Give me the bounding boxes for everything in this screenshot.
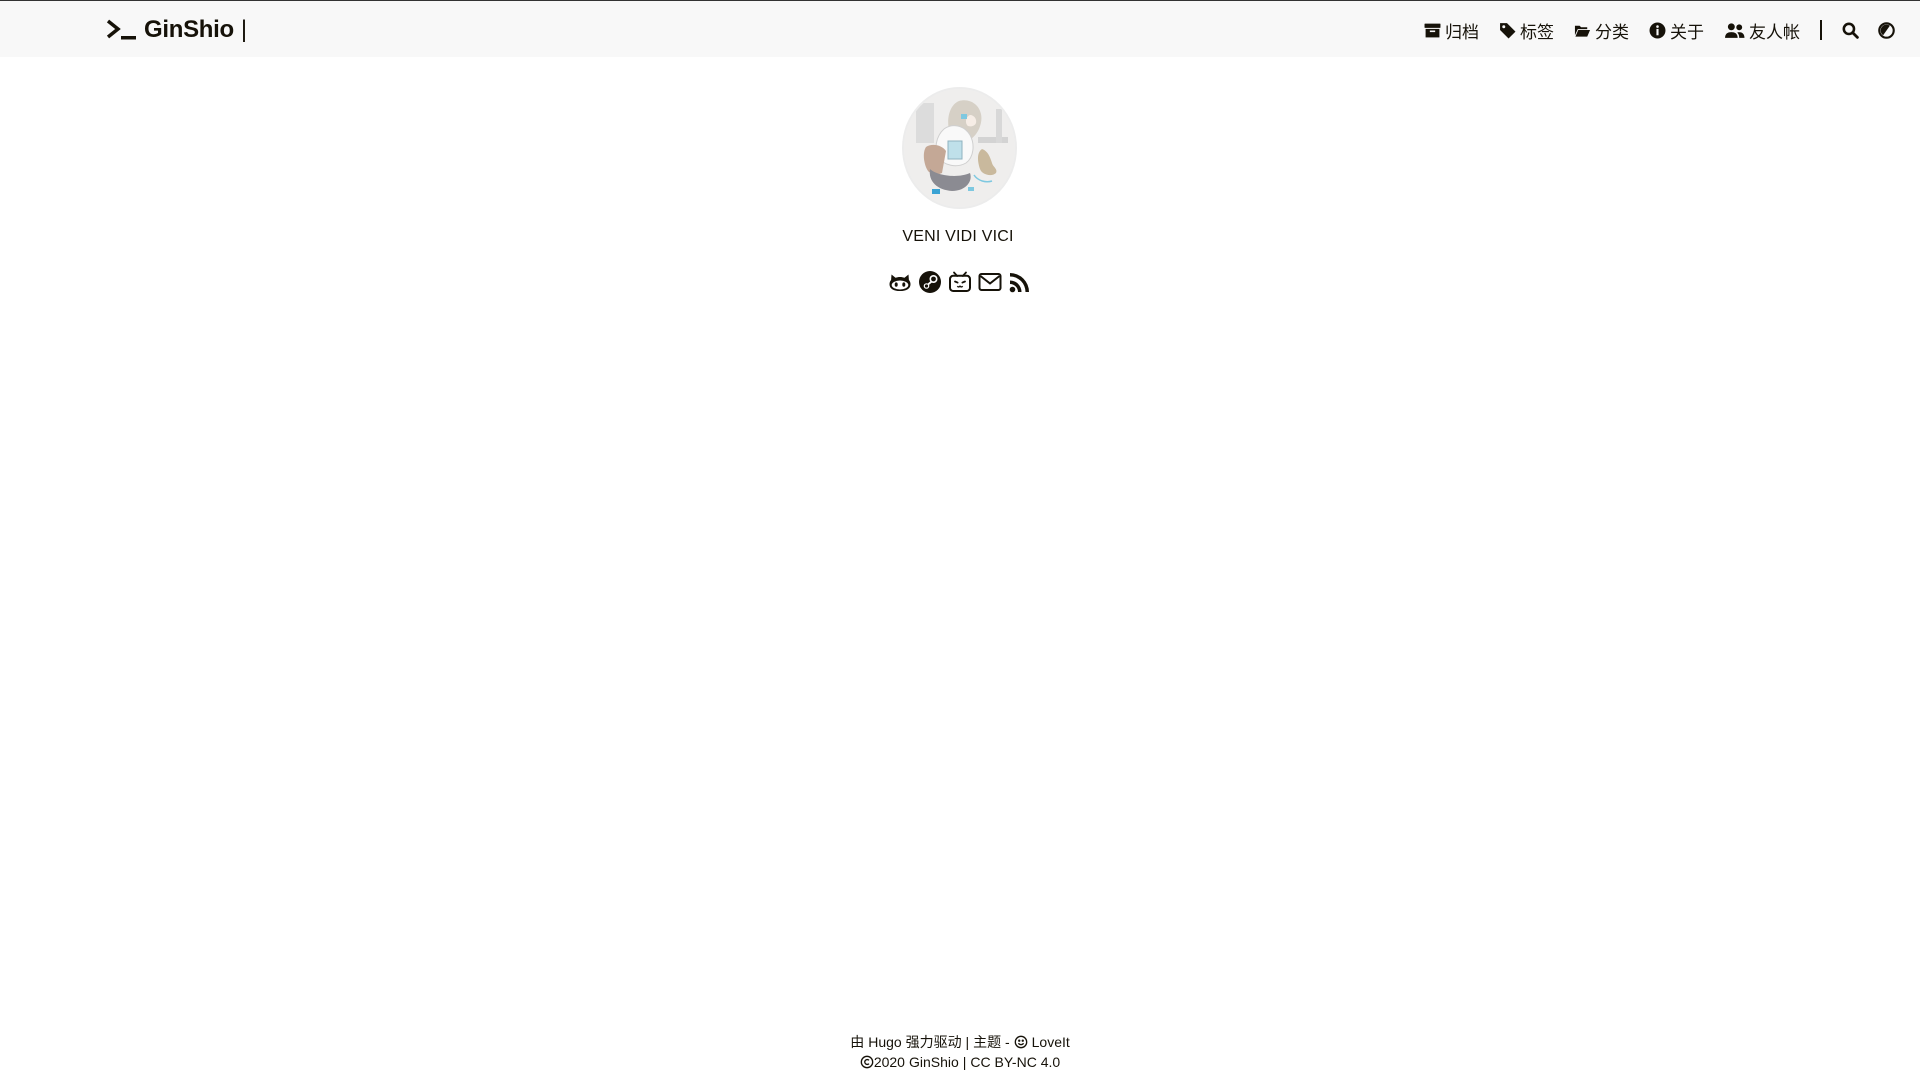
site-header: GinShio | 归档 标签 分类 关于 友人帐	[0, 1, 1920, 57]
smile-icon	[1014, 1035, 1027, 1049]
site-footer: 由 Hugo 强力驱动 | 主题 - LoveIt 2020 GinShio |…	[0, 1032, 1920, 1072]
main-menu: 归档 标签 分类 关于 友人帐	[1424, 18, 1913, 43]
social-link-rss[interactable]	[1007, 270, 1032, 295]
social-link-email[interactable]	[977, 270, 1002, 295]
profile-subtitle: VENI VIDI VICI	[902, 228, 1014, 245]
social-link-steam[interactable]	[917, 270, 942, 295]
menu-item-archives[interactable]: 归档	[1424, 18, 1479, 43]
menu-item-about[interactable]: 关于	[1649, 18, 1704, 43]
envelope-icon	[978, 273, 1001, 291]
site-logo[interactable]: GinShio |	[106, 15, 247, 45]
social-links	[887, 268, 1032, 296]
copyright-icon	[860, 1055, 874, 1069]
adjust-icon	[1878, 21, 1895, 39]
footer-powered-prefix: 由	[850, 1034, 865, 1050]
menu-item-label: 关于	[1670, 22, 1704, 42]
menu-item-label: 归档	[1445, 22, 1479, 42]
footer-copyright: 2020 GinShio | CC BY-NC 4.0	[0, 1052, 1920, 1072]
search-icon	[1842, 22, 1859, 39]
github-icon	[889, 274, 910, 291]
hugo-link[interactable]: Hugo	[868, 1032, 901, 1052]
bilibili-icon	[948, 271, 971, 292]
theme-link[interactable]: LoveIt	[1032, 1032, 1070, 1052]
footer-powered-suffix: 强力驱动 | 主题 -	[905, 1034, 1010, 1050]
folder-open-icon	[1574, 25, 1591, 37]
copyright-year: 2020	[873, 1054, 905, 1070]
search-button[interactable]	[1841, 20, 1861, 40]
menu-item-label: 友人帐	[1749, 22, 1800, 42]
profile-avatar[interactable]	[904, 89, 1015, 207]
menu-item-categories[interactable]: 分类	[1574, 18, 1629, 43]
terminal-icon	[106, 19, 136, 40]
footer-powered-by: 由 Hugo 强力驱动 | 主题 - LoveIt	[0, 1032, 1920, 1052]
typing-caret: |	[240, 16, 248, 43]
footer-separator: |	[962, 1054, 967, 1070]
social-link-github[interactable]	[887, 270, 912, 295]
menu-item-label: 标签	[1520, 22, 1554, 42]
tag-icon	[1500, 22, 1516, 38]
menu-divider	[1820, 20, 1822, 40]
social-link-bilibili[interactable]	[947, 270, 972, 295]
avatar-illustration	[904, 89, 1015, 207]
license-link[interactable]: CC BY-NC 4.0	[970, 1052, 1060, 1072]
theme-toggle-button[interactable]	[1877, 20, 1897, 40]
archive-icon	[1424, 23, 1441, 37]
menu-item-label: 分类	[1595, 22, 1629, 42]
info-icon	[1649, 22, 1666, 38]
site-title: GinShio	[144, 16, 234, 43]
users-icon	[1725, 22, 1745, 38]
menu-item-tags[interactable]: 标签	[1499, 18, 1554, 43]
steam-icon	[918, 271, 941, 293]
menu-item-friends[interactable]: 友人帐	[1724, 18, 1800, 43]
rss-icon	[1009, 273, 1029, 293]
author-link[interactable]: GinShio	[909, 1052, 959, 1072]
